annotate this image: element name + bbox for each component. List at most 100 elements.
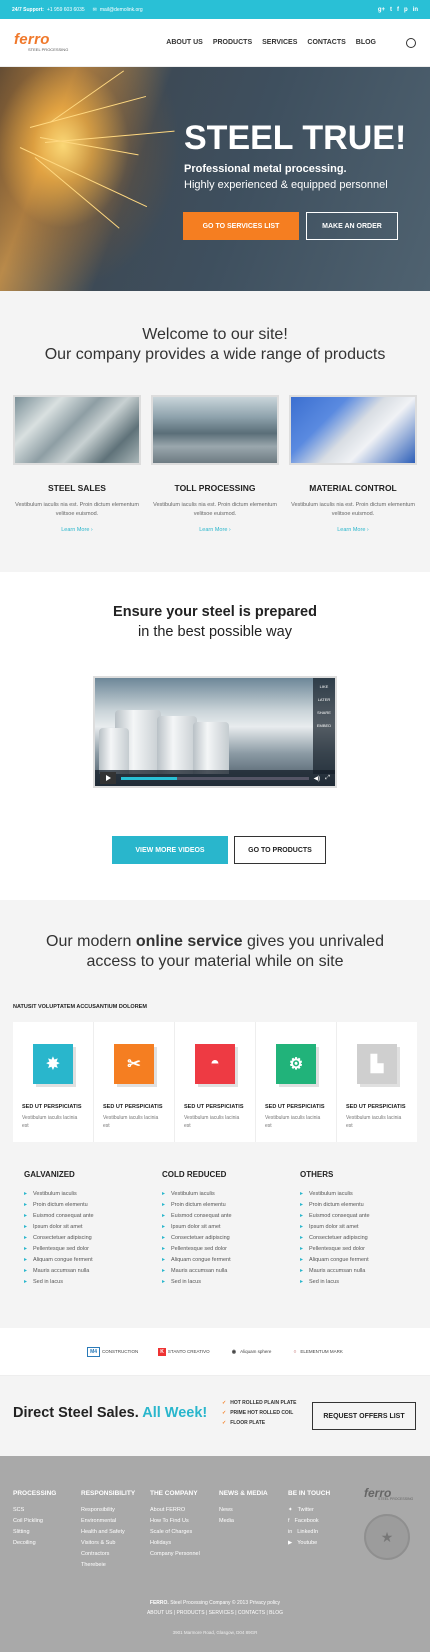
list-item[interactable]: ▸ Ipsum dolor sit amet: [162, 1221, 232, 1232]
twitter-icon[interactable]: t: [390, 7, 392, 13]
footer-link[interactable]: Company Personnel: [150, 1549, 200, 1560]
pinterest-icon[interactable]: p: [404, 7, 408, 13]
list-item[interactable]: ▸ Mauris accumsan nulla: [24, 1265, 94, 1276]
make-order-button[interactable]: MAKE AN ORDER: [306, 212, 398, 240]
phone-number[interactable]: +1 959 603 6035: [47, 7, 85, 13]
footer-link[interactable]: ✦ Twitter: [288, 1505, 330, 1516]
list-cold-reduced: COLD REDUCED ▸ Vestibulum iaculis ▸ Proin …: [162, 1170, 232, 1287]
list-item[interactable]: ▸ Pellentesque sed dolor: [300, 1243, 370, 1254]
list-item[interactable]: ▸ Aliquam congue ferment: [24, 1254, 94, 1265]
footer-link[interactable]: Health and Safety: [81, 1527, 135, 1538]
view-more-videos-button[interactable]: VIEW MORE VIDEOS: [112, 836, 228, 864]
learn-more-link[interactable]: Learn More ›: [289, 527, 417, 533]
linkedin-icon[interactable]: in: [413, 7, 418, 13]
hero-subtitle-2: Highly experienced & equipped personnel: [184, 179, 388, 191]
video-player[interactable]: LIKE LATER SHARE EMBED ◀) ⤢: [93, 676, 337, 788]
feature-tile[interactable]: ✸ SED UT PERSPICIATIS Vestibulum iaculis l…: [13, 1022, 94, 1142]
learn-more-link[interactable]: Learn More ›: [13, 527, 141, 533]
footer-address: 3901 Marmore Road, Glasgow, D04 89GR: [172, 1630, 258, 1635]
list-item[interactable]: ▸ Proin dictum elementu: [24, 1199, 94, 1210]
embed-icon[interactable]: EMBED: [317, 723, 331, 728]
list-item[interactable]: ▸ Aliquam congue ferment: [300, 1254, 370, 1265]
services-list-button[interactable]: GO TO SERVICES LIST: [183, 212, 299, 240]
list-item[interactable]: ▸ Consectetuer adipiscing: [24, 1232, 94, 1243]
footer-link[interactable]: About FERRO: [150, 1505, 200, 1516]
list-item[interactable]: ▸ Proin dictum elementu: [300, 1199, 370, 1210]
google-plus-icon[interactable]: g+: [378, 7, 385, 13]
footer-link[interactable]: Contractors: [81, 1549, 135, 1560]
footer-nav-links[interactable]: ABOUT US | PRODUCTS | SERVICES | CONTACT…: [0, 1608, 430, 1618]
list-item[interactable]: ▸ Euismod consequat ante: [300, 1210, 370, 1221]
nav-contacts[interactable]: CONTACTS: [307, 39, 345, 46]
feature-tile[interactable]: ⚙ SED UT PERSPICIATIS Vestibulum iaculis l…: [256, 1022, 337, 1142]
list-item[interactable]: ▸ Mauris accumsan nulla: [300, 1265, 370, 1276]
go-to-products-button[interactable]: GO TO PRODUCTS: [234, 836, 326, 864]
list-item[interactable]: ▸ Pellentesque sed dolor: [24, 1243, 94, 1254]
list-item[interactable]: ▸ Euismod consequat ante: [162, 1210, 232, 1221]
footer-link[interactable]: in LinkedIn: [288, 1527, 330, 1538]
list-item[interactable]: ▸ Mauris accumsan nulla: [162, 1265, 232, 1276]
support-label: 24/7 Support:: [12, 6, 44, 13]
list-item[interactable]: ▸ Ipsum dolor sit amet: [24, 1221, 94, 1232]
share-icon[interactable]: SHARE: [317, 710, 331, 715]
footer-link[interactable]: Scale of Charges: [150, 1527, 200, 1538]
logo[interactable]: ferro STEEL PROCESSING: [14, 32, 68, 52]
footer-link[interactable]: Therebeie: [81, 1560, 135, 1571]
welcome-line-1: Welcome to our site!: [142, 326, 288, 343]
list-item[interactable]: ▸ Pellentesque sed dolor: [162, 1243, 232, 1254]
learn-more-link[interactable]: Learn More ›: [151, 527, 279, 533]
nav-services[interactable]: SERVICES: [262, 39, 297, 46]
later-icon[interactable]: LATER: [318, 697, 331, 702]
like-icon[interactable]: LIKE: [320, 684, 329, 689]
feature-tile[interactable]: ◓ SED UT PERSPICIATIS Vestibulum iaculis l…: [175, 1022, 256, 1142]
partner-logo[interactable]: M4 CONSTRUCTION: [87, 1346, 138, 1357]
fullscreen-icon[interactable]: ⤢: [325, 775, 330, 782]
list-item[interactable]: ▸ Consectetuer adipiscing: [300, 1232, 370, 1243]
footer-link[interactable]: Slitting: [13, 1527, 56, 1538]
footer-link[interactable]: Coil Pickling: [13, 1516, 56, 1527]
email-link[interactable]: mail@demolink.org: [100, 7, 143, 13]
list-item[interactable]: ▸ Vestibulum iaculis: [300, 1188, 370, 1199]
footer-link[interactable]: ▶ Youtube: [288, 1538, 330, 1549]
search-icon[interactable]: [406, 37, 416, 48]
request-offers-button[interactable]: REQUEST OFFERS LIST: [312, 1402, 416, 1430]
footer-link[interactable]: f Facebook: [288, 1516, 330, 1527]
partner-logo[interactable]: ○ ELEMENTUM MARK: [291, 1348, 343, 1356]
steel-coils-image[interactable]: [13, 395, 141, 465]
quality-stamp-icon: ★: [364, 1514, 410, 1560]
machinery-image[interactable]: [289, 395, 417, 465]
footer-link[interactable]: Decoiling: [13, 1538, 56, 1549]
facebook-icon[interactable]: f: [397, 7, 399, 13]
footer-link[interactable]: News: [219, 1505, 268, 1516]
partner-logo[interactable]: K STANTO CREATIVO: [158, 1347, 210, 1356]
nav-blog[interactable]: BLOG: [356, 39, 376, 46]
partner-logo[interactable]: ◉ Aliquam sphere: [230, 1348, 272, 1356]
play-icon[interactable]: [100, 772, 116, 784]
nav-about-us[interactable]: ABOUT US: [166, 39, 203, 46]
feature-tile[interactable]: ✂ SED UT PERSPICIATIS Vestibulum iaculis l…: [94, 1022, 175, 1142]
footer-link[interactable]: SCS: [13, 1505, 56, 1516]
nav-products[interactable]: PRODUCTS: [213, 39, 252, 46]
list-item[interactable]: ▸ Euismod consequat ante: [24, 1210, 94, 1221]
footer-link[interactable]: Environmental: [81, 1516, 135, 1527]
footer-link[interactable]: Holidays: [150, 1538, 200, 1549]
list-item[interactable]: ▸ Sed in lacus: [300, 1276, 370, 1287]
footer-link[interactable]: How To Find Us: [150, 1516, 200, 1527]
progress-bar[interactable]: [121, 776, 309, 780]
list-item[interactable]: ▸ Consectetuer adipiscing: [162, 1232, 232, 1243]
list-item[interactable]: ▸ Sed in lacus: [162, 1276, 232, 1287]
email-info[interactable]: ✉ mail@demolink.org: [93, 7, 143, 13]
list-item[interactable]: ▸ Sed in lacus: [24, 1276, 94, 1287]
list-item[interactable]: ▸ Proin dictum elementu: [162, 1199, 232, 1210]
list-item[interactable]: ▸ Aliquam congue ferment: [162, 1254, 232, 1265]
footer-link[interactable]: Responsibility: [81, 1505, 135, 1516]
feature-tile[interactable]: ▙ SED UT PERSPICIATIS Vestibulum iaculis l…: [337, 1022, 417, 1142]
list-item[interactable]: ▸ Ipsum dolor sit amet: [300, 1221, 370, 1232]
factory-floor-image[interactable]: [151, 395, 279, 465]
footer-link[interactable]: Media: [219, 1516, 268, 1527]
list-item[interactable]: ▸ Vestibulum iaculis: [162, 1188, 232, 1199]
tile-title: SED UT PERSPICIATIS: [22, 1104, 82, 1110]
volume-icon[interactable]: ◀): [314, 775, 321, 782]
footer-link[interactable]: Visitors & Sub: [81, 1538, 135, 1549]
list-item[interactable]: ▸ Vestibulum iaculis: [24, 1188, 94, 1199]
